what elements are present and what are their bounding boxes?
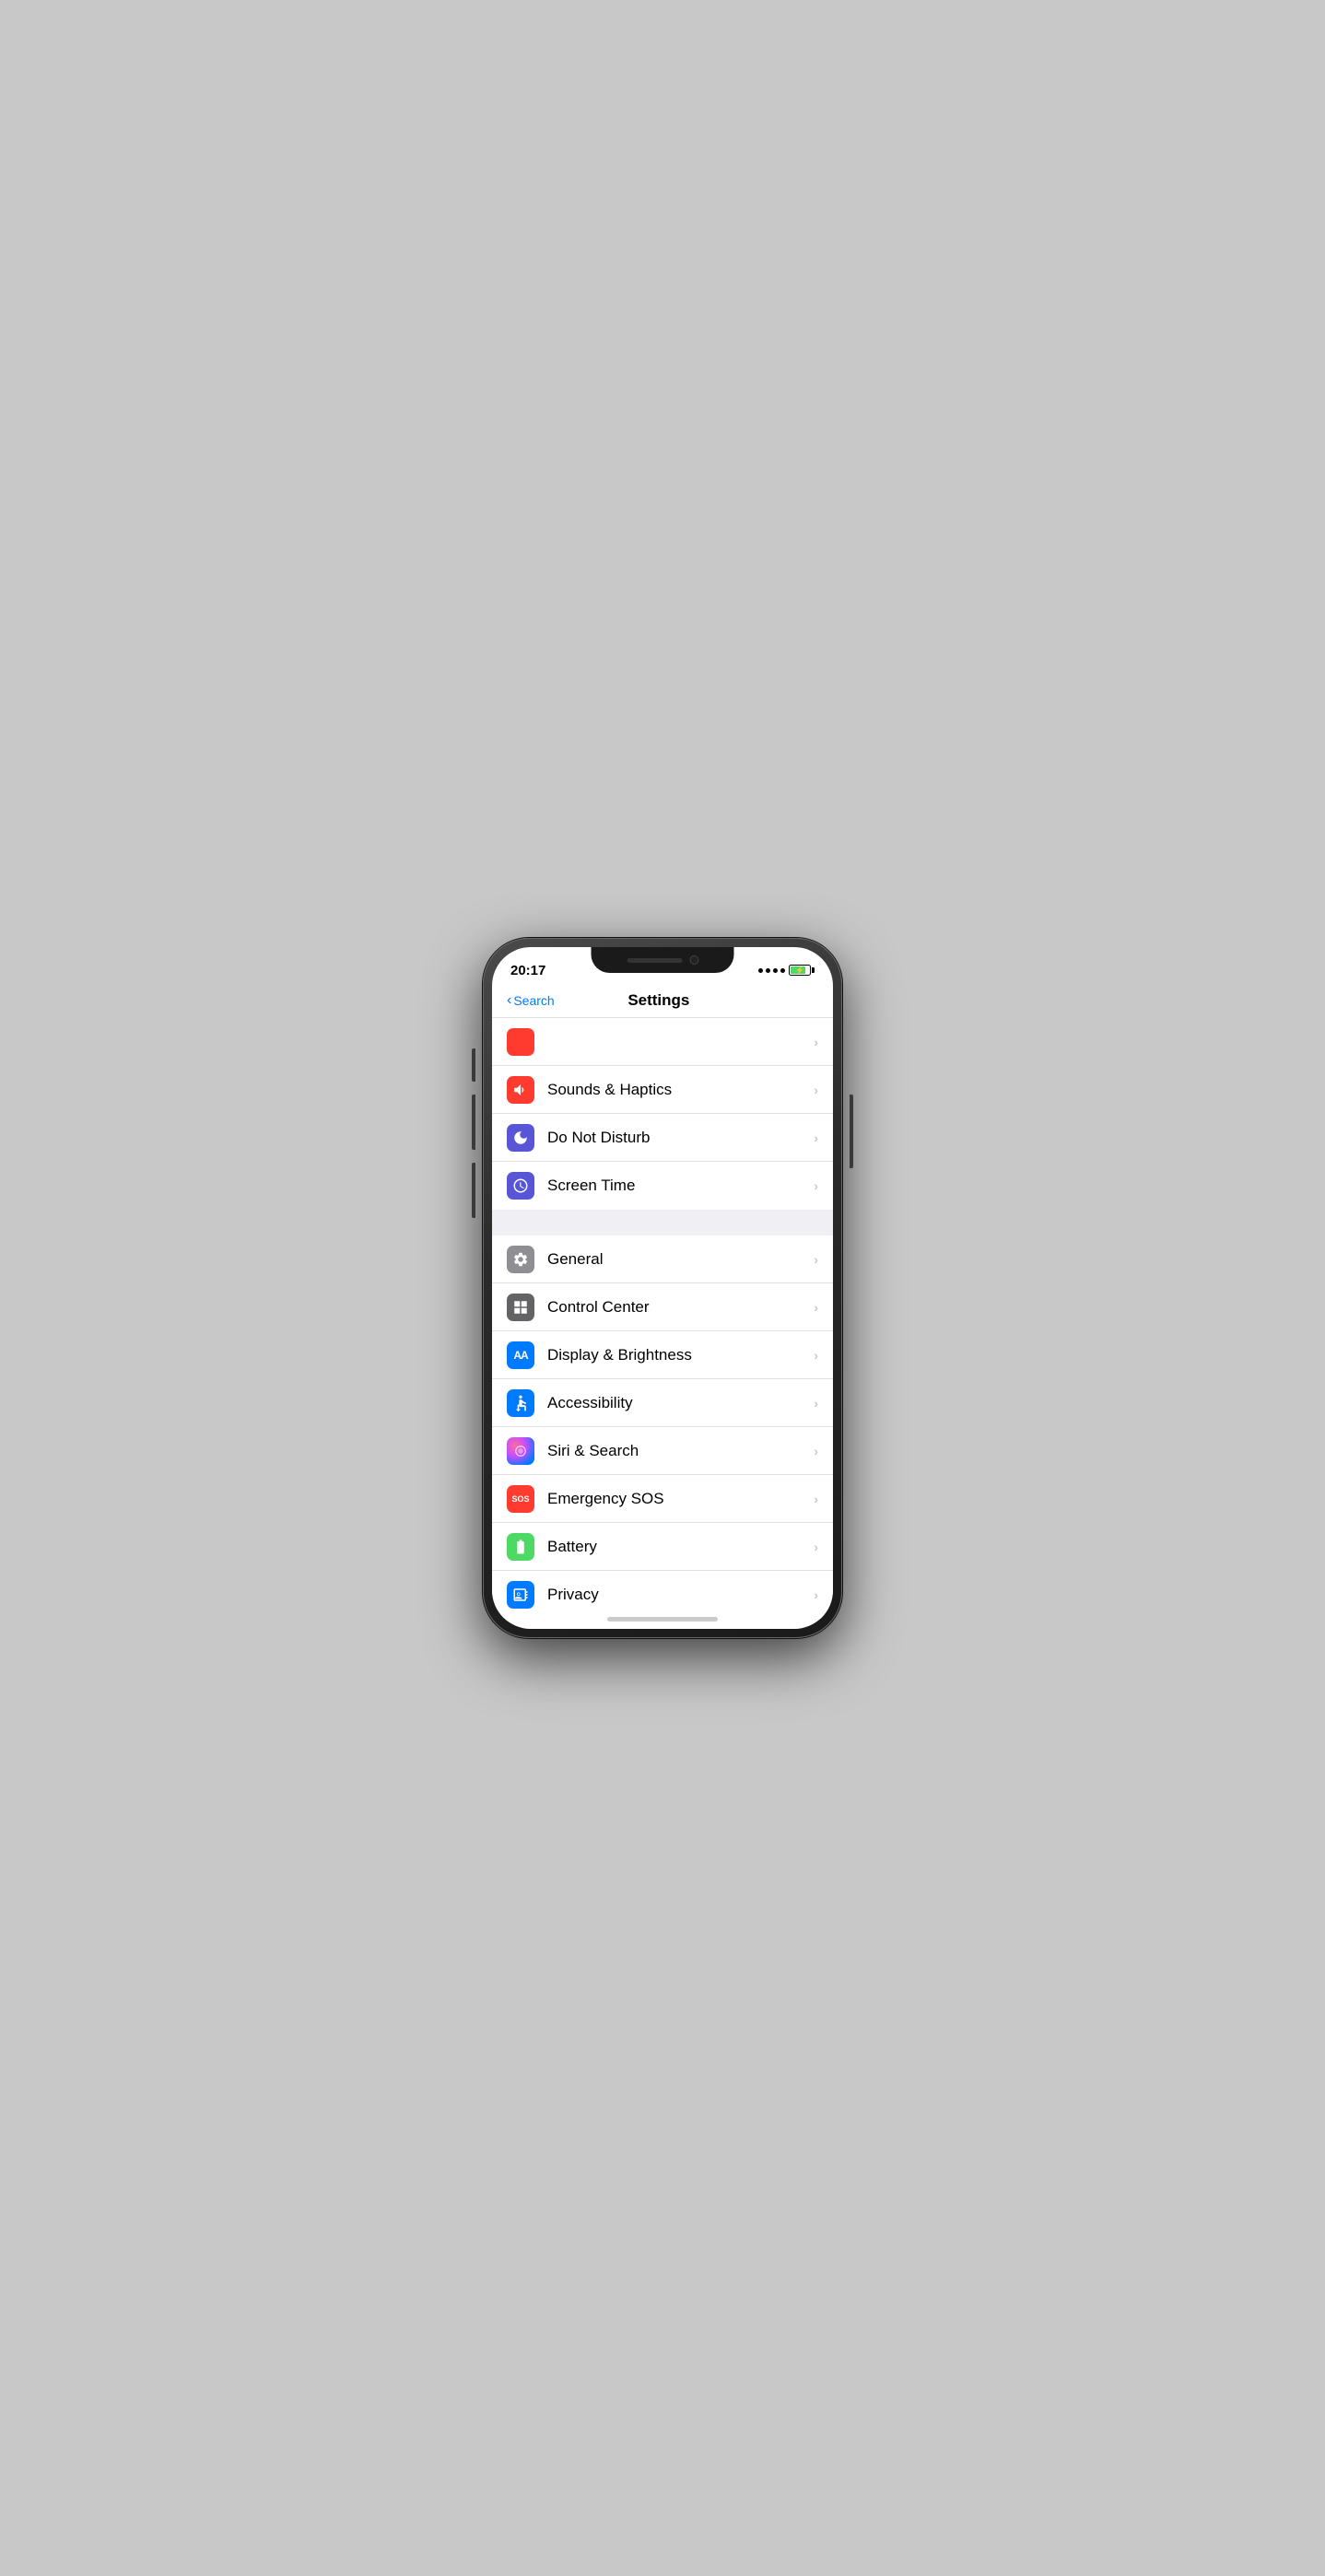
power-button[interactable]: [850, 1095, 853, 1168]
mute-button[interactable]: [472, 1048, 475, 1082]
home-indicator[interactable]: [607, 1617, 718, 1622]
do-not-disturb-label: Do Not Disturb: [547, 1129, 814, 1147]
settings-chevron-partial: ›: [814, 1035, 818, 1049]
do-not-disturb-icon: [507, 1124, 534, 1152]
accessibility-label: Accessibility: [547, 1394, 814, 1412]
siri-chevron: ›: [814, 1444, 818, 1458]
general-label: General: [547, 1250, 814, 1269]
sounds-haptics-label: Sounds & Haptics: [547, 1081, 814, 1099]
signal-icon: [758, 968, 785, 973]
battery-icon: ⚡: [789, 965, 815, 976]
battery-tip: [812, 967, 815, 973]
control-center-label: Control Center: [547, 1298, 814, 1317]
settings-row-control-center[interactable]: Control Center ›: [492, 1283, 833, 1331]
settings-row-sounds-haptics[interactable]: Sounds & Haptics ›: [492, 1066, 833, 1114]
signal-dot-2: [766, 968, 770, 973]
status-right: ⚡: [758, 965, 815, 976]
settings-row-siri-search[interactable]: Siri & Search ›: [492, 1427, 833, 1475]
signal-dot-1: [758, 968, 763, 973]
siri-icon: [507, 1437, 534, 1465]
general-chevron: ›: [814, 1252, 818, 1267]
battery-bolt-icon: ⚡: [795, 966, 804, 975]
phone-frame: 20:17 ⚡ ‹: [483, 938, 842, 1638]
siri-label: Siri & Search: [547, 1442, 814, 1460]
settings-row-display-brightness[interactable]: AA Display & Brightness ›: [492, 1331, 833, 1379]
display-brightness-chevron: ›: [814, 1348, 818, 1363]
back-label: Search: [513, 993, 554, 1008]
settings-row-partial-top[interactable]: ›: [492, 1018, 833, 1066]
display-brightness-icon: AA: [507, 1341, 534, 1369]
back-chevron-icon: ‹: [507, 992, 511, 1009]
emergency-sos-chevron: ›: [814, 1492, 818, 1506]
battery-body: ⚡: [789, 965, 811, 976]
accessibility-icon: [507, 1389, 534, 1417]
settings-row-emergency-sos[interactable]: SOS Emergency SOS ›: [492, 1475, 833, 1523]
settings-row-screen-time[interactable]: Screen Time ›: [492, 1162, 833, 1210]
settings-section-0: › Sounds & Haptics ›: [492, 1018, 833, 1210]
signal-dot-3: [773, 968, 778, 973]
back-button[interactable]: ‹ Search: [507, 992, 555, 1009]
sounds-haptics-chevron: ›: [814, 1083, 818, 1097]
control-center-icon: [507, 1294, 534, 1321]
signal-dot-4: [780, 968, 785, 973]
emergency-sos-label: Emergency SOS: [547, 1490, 814, 1508]
privacy-icon: [507, 1581, 534, 1609]
camera: [689, 955, 698, 965]
volume-down-button[interactable]: [472, 1163, 475, 1218]
speaker: [627, 958, 682, 963]
settings-row-do-not-disturb[interactable]: Do Not Disturb ›: [492, 1114, 833, 1162]
settings-row-accessibility[interactable]: Accessibility ›: [492, 1379, 833, 1427]
sounds-haptics-icon: [507, 1076, 534, 1104]
settings-icon-partial: [507, 1028, 534, 1056]
privacy-chevron: ›: [814, 1587, 818, 1602]
general-icon: [507, 1246, 534, 1273]
settings-row-privacy[interactable]: Privacy ›: [492, 1571, 833, 1619]
battery-settings-icon: [507, 1533, 534, 1561]
notch: [592, 947, 734, 973]
settings-list[interactable]: › Sounds & Haptics ›: [492, 1018, 833, 1619]
phone-screen: 20:17 ⚡ ‹: [492, 947, 833, 1629]
navigation-bar: ‹ Search Settings: [492, 988, 833, 1018]
screen-time-label: Screen Time: [547, 1177, 814, 1195]
screen-time-icon: [507, 1172, 534, 1200]
battery-label: Battery: [547, 1538, 814, 1556]
page-title: Settings: [555, 991, 763, 1010]
group-divider-1: [492, 1210, 833, 1235]
battery-chevron: ›: [814, 1540, 818, 1554]
screen-time-chevron: ›: [814, 1178, 818, 1193]
status-time: 20:17: [510, 963, 545, 978]
volume-up-button[interactable]: [472, 1095, 475, 1150]
accessibility-chevron: ›: [814, 1396, 818, 1411]
control-center-chevron: ›: [814, 1300, 818, 1315]
settings-row-battery[interactable]: Battery ›: [492, 1523, 833, 1571]
settings-row-general[interactable]: General ›: [492, 1235, 833, 1283]
display-brightness-label: Display & Brightness: [547, 1346, 814, 1364]
settings-section-1: General › Control Center › AA: [492, 1235, 833, 1619]
privacy-label: Privacy: [547, 1586, 814, 1604]
do-not-disturb-chevron: ›: [814, 1130, 818, 1145]
emergency-sos-icon: SOS: [507, 1485, 534, 1513]
